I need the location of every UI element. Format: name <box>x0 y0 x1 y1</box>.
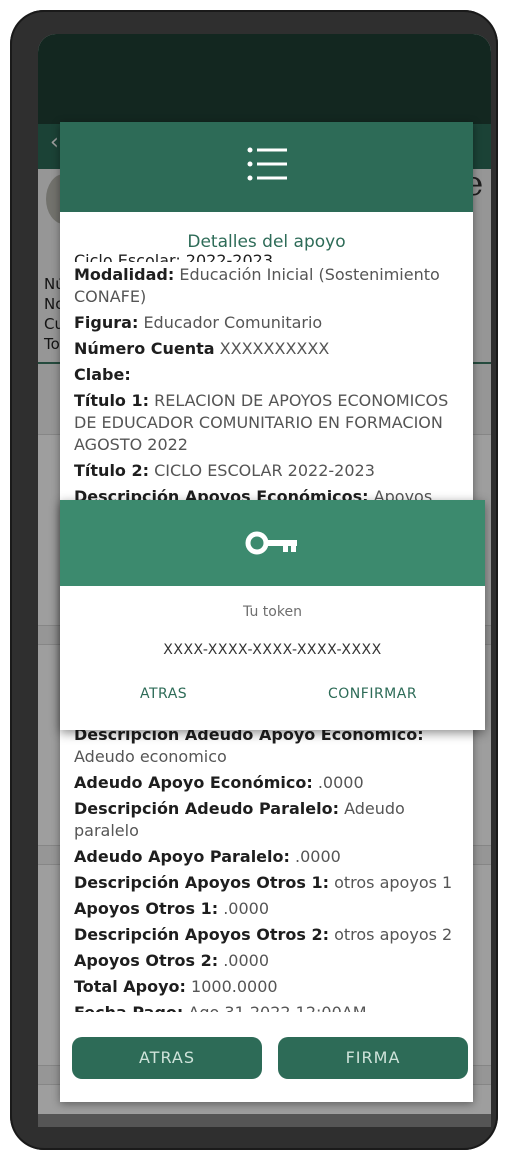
phone-frame: ‹ re Nú No Cu Tot <box>10 10 498 1150</box>
field-desc-otros-1: Descripción Apoyos Otros 1: otros apoyos… <box>74 873 453 892</box>
field-desc-otros-2: Descripción Apoyos Otros 2: otros apoyos… <box>74 925 453 944</box>
field-figura: Figura: Educador Comunitario <box>74 313 323 332</box>
token-label: Tu token <box>243 604 302 620</box>
bottom-bar <box>38 1114 491 1127</box>
token-back-button[interactable]: ATRAS <box>140 686 187 702</box>
field-adeudo-paralelo: Adeudo Apoyo Paralelo: .0000 <box>74 847 341 866</box>
confirm-button[interactable]: CONFIRMAR <box>328 686 417 702</box>
screen: ‹ re Nú No Cu Tot <box>38 34 491 1127</box>
key-icon <box>245 531 297 555</box>
sign-button[interactable]: FIRMA <box>278 1037 468 1079</box>
field-desc-adeudo-paralelo: Descripción Adeudo Paralelo: Adeudo para… <box>74 799 405 840</box>
list-icon <box>247 147 287 181</box>
token-header <box>60 500 485 586</box>
field-otros-1: Apoyos Otros 1: .0000 <box>74 899 270 918</box>
field-desc-adeudo-economico: Descripción Adeudo Apoyo Económico: Adeu… <box>74 725 424 766</box>
back-button[interactable]: ATRAS <box>72 1037 262 1079</box>
field-clabe: Clabe: <box>74 365 131 384</box>
token-dialog: Tu token XXXX-XXXX-XXXX-XXXX-XXXX ATRAS … <box>60 500 485 730</box>
details-header <box>60 122 473 212</box>
field-fecha-pago: Fecha Pago: Ago 31 2022 12:00AM <box>74 1002 462 1012</box>
field-otros-2: Apoyos Otros 2: .0000 <box>74 951 270 970</box>
field-adeudo-economico: Adeudo Apoyo Económico: .0000 <box>74 773 364 792</box>
field-total-apoyo: Total Apoyo: 1000.0000 <box>74 977 278 996</box>
field-numero-cuenta: Número Cuenta XXXXXXXXXX <box>74 339 330 358</box>
field-titulo-2: Título 2: CICLO ESCOLAR 2022-2023 <box>74 461 375 480</box>
field-titulo-1: Título 1: RELACION DE APOYOS ECONOMICOS … <box>74 391 449 454</box>
field-modalidad: Modalidad: Educación Inicial (Sostenimie… <box>74 265 440 306</box>
token-value[interactable]: XXXX-XXXX-XXXX-XXXX-XXXX <box>60 642 485 658</box>
details-footer: ATRAS FIRMA <box>60 1037 473 1079</box>
details-title: Detalles del apoyo <box>187 232 346 252</box>
